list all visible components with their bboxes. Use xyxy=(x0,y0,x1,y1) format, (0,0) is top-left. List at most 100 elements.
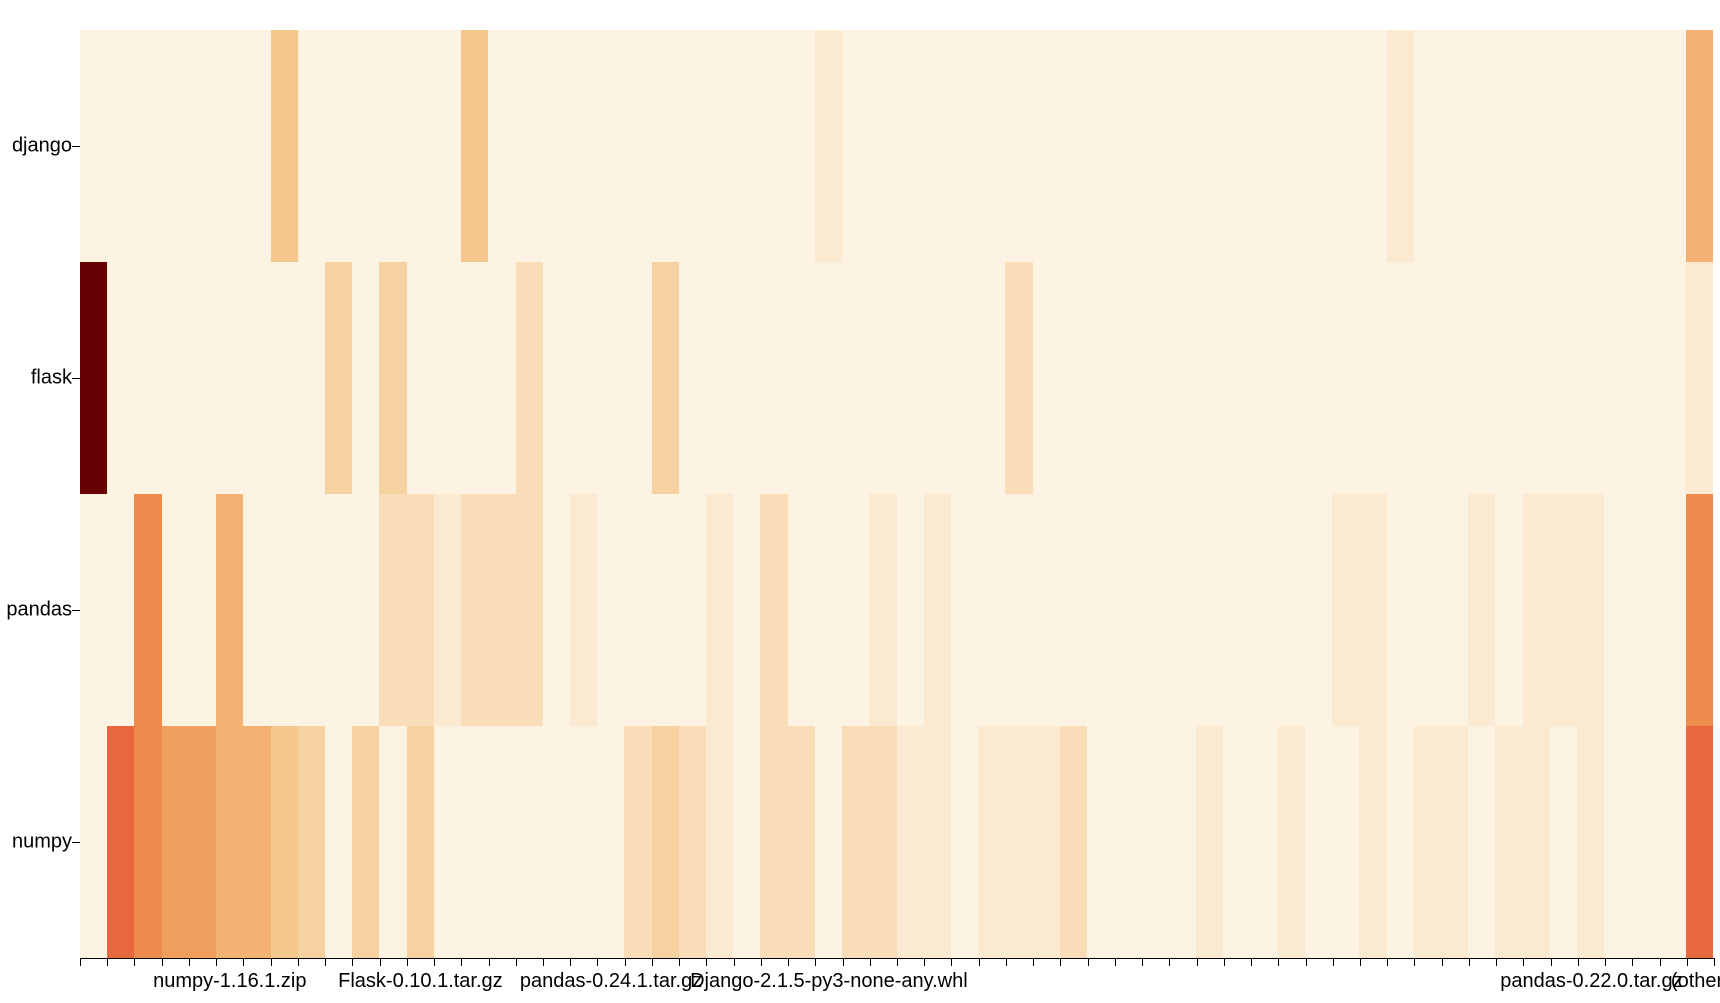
heatmap-cell xyxy=(162,30,189,262)
heatmap-cell xyxy=(597,726,624,958)
heatmap-cell xyxy=(543,494,570,726)
x-tick xyxy=(706,958,707,966)
heatmap-cell xyxy=(760,494,787,726)
x-axis-label: pandas-0.24.1.tar.gz xyxy=(520,970,702,993)
heatmap-cell xyxy=(1686,30,1713,262)
x-tick xyxy=(1551,958,1552,966)
heatmap-cell xyxy=(407,262,434,494)
x-tick xyxy=(243,958,244,966)
heatmap-cell xyxy=(1332,262,1359,494)
x-tick xyxy=(1714,958,1715,966)
heatmap-cell xyxy=(107,262,134,494)
heatmap-cell xyxy=(570,494,597,726)
heatmap-cell xyxy=(1604,262,1631,494)
heatmap-cell xyxy=(1278,262,1305,494)
heatmap-cell xyxy=(1468,494,1495,726)
heatmap-cell xyxy=(1495,30,1522,262)
heatmap-cell xyxy=(815,494,842,726)
heatmap-cell xyxy=(570,726,597,958)
x-tick xyxy=(1360,958,1361,966)
heatmap-cell xyxy=(706,262,733,494)
heatmap-cell xyxy=(543,262,570,494)
heatmap-cell xyxy=(1196,30,1223,262)
heatmap-cell xyxy=(1659,262,1686,494)
x-tick xyxy=(652,958,653,966)
x-tick xyxy=(352,958,353,966)
heatmap-cell xyxy=(1114,262,1141,494)
heatmap-cell xyxy=(216,30,243,262)
heatmap-cell xyxy=(788,30,815,262)
heatmap-cell xyxy=(1114,494,1141,726)
heatmap-cell xyxy=(379,30,406,262)
heatmap-cell xyxy=(379,726,406,958)
heatmap-cell xyxy=(1060,30,1087,262)
x-tick xyxy=(1278,958,1279,966)
heatmap-cell xyxy=(325,726,352,958)
y-tick xyxy=(72,610,80,611)
heatmap-cell xyxy=(298,726,325,958)
x-tick xyxy=(380,958,381,966)
x-tick xyxy=(1088,958,1089,966)
heatmap-cell xyxy=(488,262,515,494)
heatmap-cell xyxy=(461,494,488,726)
heatmap-cell xyxy=(1087,726,1114,958)
heatmap-cell xyxy=(842,30,869,262)
heatmap-cell xyxy=(189,262,216,494)
heatmap-cell xyxy=(1223,30,1250,262)
heatmap-cell xyxy=(815,726,842,958)
heatmap-cell xyxy=(706,726,733,958)
heatmap-cell xyxy=(679,262,706,494)
heatmap-cell xyxy=(1468,726,1495,958)
heatmap-cell xyxy=(951,30,978,262)
heatmap-cell xyxy=(80,494,107,726)
heatmap-cell xyxy=(1577,30,1604,262)
heatmap-cell xyxy=(597,262,624,494)
heatmap-cell xyxy=(488,726,515,958)
x-tick xyxy=(870,958,871,966)
x-tick xyxy=(271,958,272,966)
heatmap-cell xyxy=(788,494,815,726)
x-tick xyxy=(1632,958,1633,966)
heatmap-cell xyxy=(652,494,679,726)
heatmap-cell xyxy=(1332,494,1359,726)
heatmap-cell xyxy=(978,262,1005,494)
heatmap-cell xyxy=(1305,494,1332,726)
heatmap-cell xyxy=(869,494,896,726)
heatmap-cell xyxy=(869,30,896,262)
heatmap-cell xyxy=(162,262,189,494)
heatmap-cell xyxy=(951,494,978,726)
x-tick xyxy=(1033,958,1034,966)
heatmap-cell xyxy=(1604,494,1631,726)
y-axis-label: django xyxy=(12,135,72,158)
heatmap-cell xyxy=(407,494,434,726)
heatmap-cell xyxy=(1495,262,1522,494)
heatmap-cell xyxy=(978,726,1005,958)
heatmap-cell xyxy=(1550,262,1577,494)
heatmap-cell xyxy=(733,726,760,958)
heatmap-cell xyxy=(1223,262,1250,494)
heatmap-cell xyxy=(1414,30,1441,262)
heatmap-cell xyxy=(162,494,189,726)
x-tick xyxy=(107,958,108,966)
heatmap-cell xyxy=(1087,494,1114,726)
heatmap-cell xyxy=(1060,262,1087,494)
heatmap-cell xyxy=(1142,494,1169,726)
heatmap-cell xyxy=(107,726,134,958)
heatmap-cell xyxy=(1604,726,1631,958)
heatmap-cell xyxy=(1250,494,1277,726)
heatmap-cell xyxy=(434,494,461,726)
heatmap-row-pandas xyxy=(80,494,1714,726)
x-tick xyxy=(951,958,952,966)
x-tick xyxy=(1496,958,1497,966)
heatmap-cell xyxy=(570,30,597,262)
x-tick xyxy=(1115,958,1116,966)
heatmap-cell xyxy=(733,30,760,262)
heatmap-cell xyxy=(271,30,298,262)
heatmap-cell xyxy=(189,30,216,262)
heatmap-cell xyxy=(1550,726,1577,958)
x-tick xyxy=(1251,958,1252,966)
heatmap-cell xyxy=(243,726,270,958)
heatmap-row-django xyxy=(80,30,1714,262)
heatmap-cell xyxy=(243,262,270,494)
heatmap-cell xyxy=(733,494,760,726)
